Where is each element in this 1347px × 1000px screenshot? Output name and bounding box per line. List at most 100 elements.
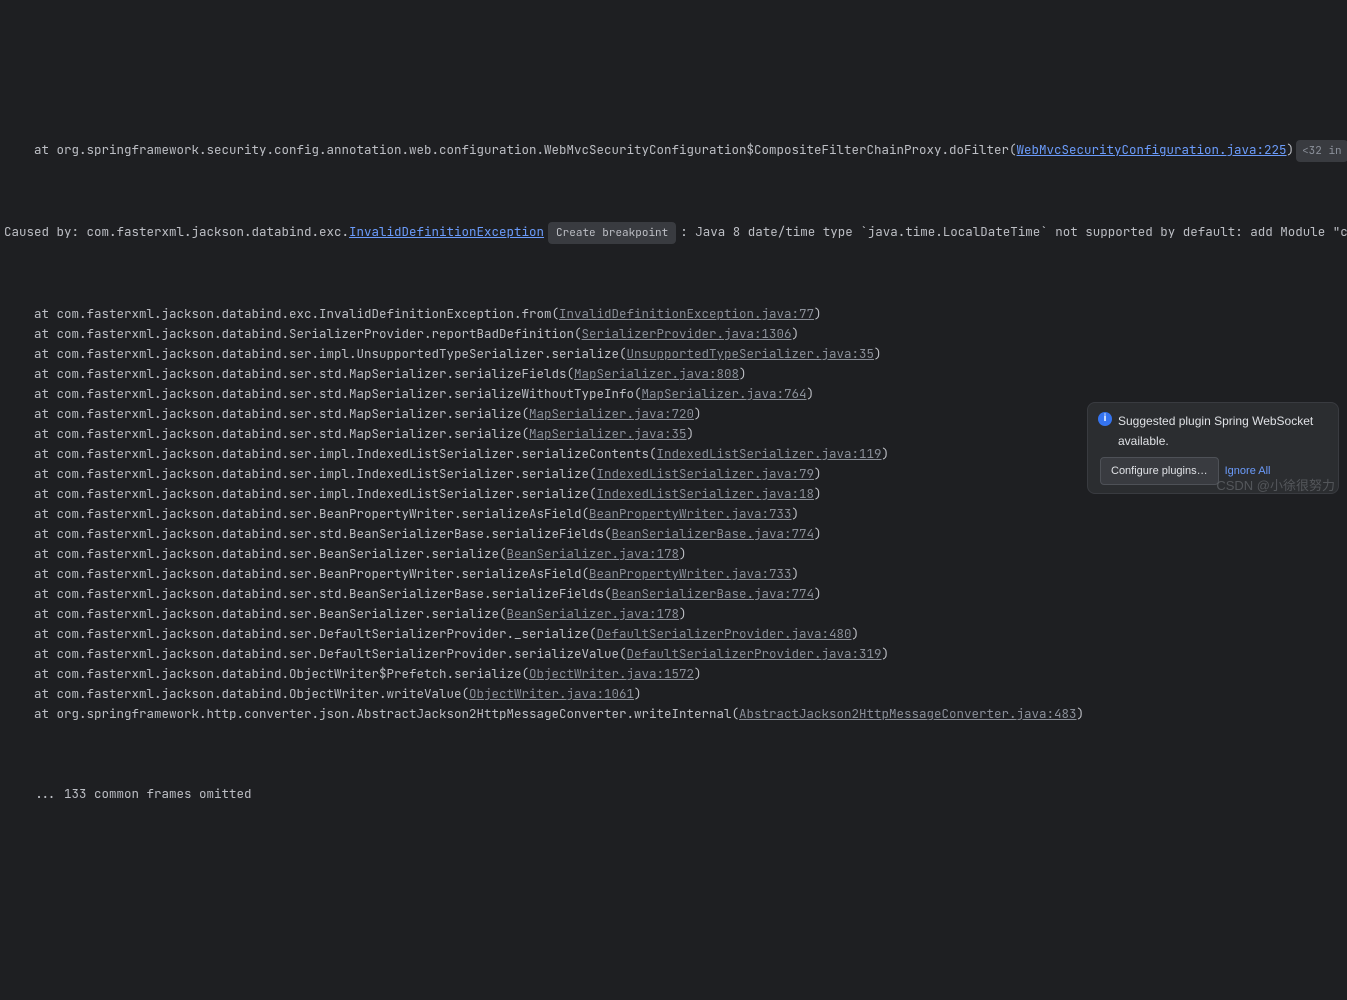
stack-frame: at com.fasterxml.jackson.databind.ser.Be…	[4, 544, 1347, 564]
frame-fqn: com.fasterxml.jackson.databind.Serialize…	[57, 325, 582, 342]
frame-fqn: com.fasterxml.jackson.databind.ser.std.M…	[57, 385, 642, 402]
source-link[interactable]: DefaultSerializerProvider.java:480	[597, 625, 852, 642]
stack-frame: at com.fasterxml.jackson.databind.ser.st…	[4, 384, 1347, 404]
source-link[interactable]: BeanPropertyWriter.java:733	[589, 505, 792, 522]
close-paren: )	[814, 465, 822, 482]
stack-frame: at com.fasterxml.jackson.databind.ser.im…	[4, 344, 1347, 364]
suggested-plugin-notification: i Suggested plugin Spring WebSocket avai…	[1087, 402, 1339, 494]
inlay-hint-frames[interactable]: <32 in	[1296, 140, 1347, 162]
source-link[interactable]: MapSerializer.java:35	[529, 425, 687, 442]
at-prefix: at	[4, 505, 57, 522]
source-link[interactable]: AbstractJackson2HttpMessageConverter.jav…	[739, 705, 1077, 722]
close-paren: )	[814, 485, 822, 502]
source-link[interactable]: MapSerializer.java:764	[642, 385, 807, 402]
close-paren: )	[814, 305, 822, 322]
frame-fqn: org.springframework.security.config.anno…	[57, 141, 1017, 158]
source-link[interactable]: MapSerializer.java:808	[574, 365, 739, 382]
stack-frame: at com.fasterxml.jackson.databind.Serial…	[4, 324, 1347, 344]
exception-package: com.fasterxml.jackson.databind.exc.	[87, 223, 350, 240]
at-prefix: at	[4, 385, 57, 402]
stack-frame: at com.fasterxml.jackson.databind.Object…	[4, 684, 1347, 704]
create-breakpoint-button[interactable]: Create breakpoint	[548, 222, 676, 244]
close-paren: )	[882, 445, 890, 462]
stack-frame: at com.fasterxml.jackson.databind.ser.Be…	[4, 564, 1347, 584]
frame-fqn: com.fasterxml.jackson.databind.ser.impl.…	[57, 345, 627, 362]
close-paren: )	[874, 345, 882, 362]
close-paren: )	[814, 525, 822, 542]
at-prefix: at	[4, 325, 57, 342]
at-prefix: at	[4, 485, 57, 502]
at-prefix: at	[4, 445, 57, 462]
source-link[interactable]: IndexedListSerializer.java:18	[597, 485, 815, 502]
frame-fqn: com.fasterxml.jackson.databind.ser.impl.…	[57, 485, 597, 502]
stack-frame: at com.fasterxml.jackson.databind.Object…	[4, 664, 1347, 684]
close-paren: )	[679, 545, 687, 562]
source-link[interactable]: BeanPropertyWriter.java:733	[589, 565, 792, 582]
close-paren: )	[792, 505, 800, 522]
frame-fqn: com.fasterxml.jackson.databind.ObjectWri…	[57, 685, 470, 702]
stack-frame: at com.fasterxml.jackson.databind.ser.Be…	[4, 604, 1347, 624]
close-paren: )	[694, 665, 702, 682]
at-prefix: at	[4, 645, 57, 662]
configure-plugins-button[interactable]: Configure plugins…	[1100, 457, 1219, 485]
source-link[interactable]: BeanSerializerBase.java:774	[612, 585, 815, 602]
source-link[interactable]: IndexedListSerializer.java:119	[657, 445, 882, 462]
exception-link[interactable]: InvalidDefinitionException	[349, 223, 544, 240]
caused-by-prefix: Caused by:	[4, 223, 87, 240]
source-link[interactable]: ObjectWriter.java:1572	[529, 665, 694, 682]
close-paren: )	[687, 425, 695, 442]
source-link[interactable]: IndexedListSerializer.java:79	[597, 465, 815, 482]
frame-fqn: com.fasterxml.jackson.databind.ser.impl.…	[57, 445, 657, 462]
source-link[interactable]: WebMvcSecurityConfiguration.java:225	[1017, 141, 1287, 158]
at-prefix: at	[4, 525, 57, 542]
stack-frame: at com.fasterxml.jackson.databind.ser.De…	[4, 624, 1347, 644]
source-link[interactable]: BeanSerializerBase.java:774	[612, 525, 815, 542]
source-link[interactable]: UnsupportedTypeSerializer.java:35	[627, 345, 875, 362]
source-link[interactable]: MapSerializer.java:720	[529, 405, 694, 422]
frame-fqn: com.fasterxml.jackson.databind.ser.std.M…	[57, 365, 575, 382]
frame-fqn: com.fasterxml.jackson.databind.ser.BeanP…	[57, 565, 590, 582]
frame-fqn: org.springframework.http.converter.json.…	[57, 705, 740, 722]
notification-title: Suggested plugin Spring WebSocket availa…	[1118, 411, 1328, 451]
frame-fqn: com.fasterxml.jackson.databind.ObjectWri…	[57, 665, 530, 682]
source-link[interactable]: BeanSerializer.java:178	[507, 605, 680, 622]
close-paren: )	[882, 645, 890, 662]
source-link[interactable]: InvalidDefinitionException.java:77	[559, 305, 814, 322]
close-paren: )	[814, 585, 822, 602]
frame-fqn: com.fasterxml.jackson.databind.ser.impl.…	[57, 465, 597, 482]
frame-fqn: com.fasterxml.jackson.databind.exc.Inval…	[57, 305, 560, 322]
source-link[interactable]: BeanSerializer.java:178	[507, 545, 680, 562]
stack-frame: at com.fasterxml.jackson.databind.ser.st…	[4, 364, 1347, 384]
stack-frame: at com.fasterxml.jackson.databind.ser.De…	[4, 644, 1347, 664]
info-icon: i	[1098, 412, 1112, 426]
close-paren: )	[679, 605, 687, 622]
at-prefix: at	[4, 545, 57, 562]
frame-fqn: com.fasterxml.jackson.databind.ser.BeanP…	[57, 505, 590, 522]
stack-frame: at org.springframework.http.converter.js…	[4, 704, 1347, 724]
frame-fqn: com.fasterxml.jackson.databind.ser.Defau…	[57, 625, 597, 642]
close-paren: )	[792, 565, 800, 582]
at-prefix: at	[4, 425, 57, 442]
close-paren: )	[694, 405, 702, 422]
source-link[interactable]: DefaultSerializerProvider.java:319	[627, 645, 882, 662]
at-prefix: at	[4, 345, 57, 362]
stack-frame: at com.fasterxml.jackson.databind.ser.Be…	[4, 504, 1347, 524]
at-prefix: at	[4, 625, 57, 642]
frame-fqn: com.fasterxml.jackson.databind.ser.std.M…	[57, 405, 530, 422]
stack-frame: at org.springframework.security.config.a…	[4, 140, 1347, 162]
close-paren: )	[807, 385, 815, 402]
close-paren: )	[739, 365, 747, 382]
at-prefix: at	[4, 565, 57, 582]
source-link[interactable]: SerializerProvider.java:1306	[582, 325, 792, 342]
at-prefix: at	[4, 605, 57, 622]
at-prefix: at	[4, 705, 57, 722]
ignore-all-link[interactable]: Ignore All	[1225, 461, 1271, 481]
source-link[interactable]: ObjectWriter.java:1061	[469, 685, 634, 702]
frame-fqn: com.fasterxml.jackson.databind.ser.std.M…	[57, 425, 530, 442]
at-prefix: at	[4, 365, 57, 382]
at-prefix: at	[4, 665, 57, 682]
caused-by-line: Caused by: com.fasterxml.jackson.databin…	[4, 222, 1347, 244]
at-prefix: at	[4, 405, 57, 422]
close-paren: )	[1077, 705, 1085, 722]
frame-fqn: com.fasterxml.jackson.databind.ser.BeanS…	[57, 605, 507, 622]
